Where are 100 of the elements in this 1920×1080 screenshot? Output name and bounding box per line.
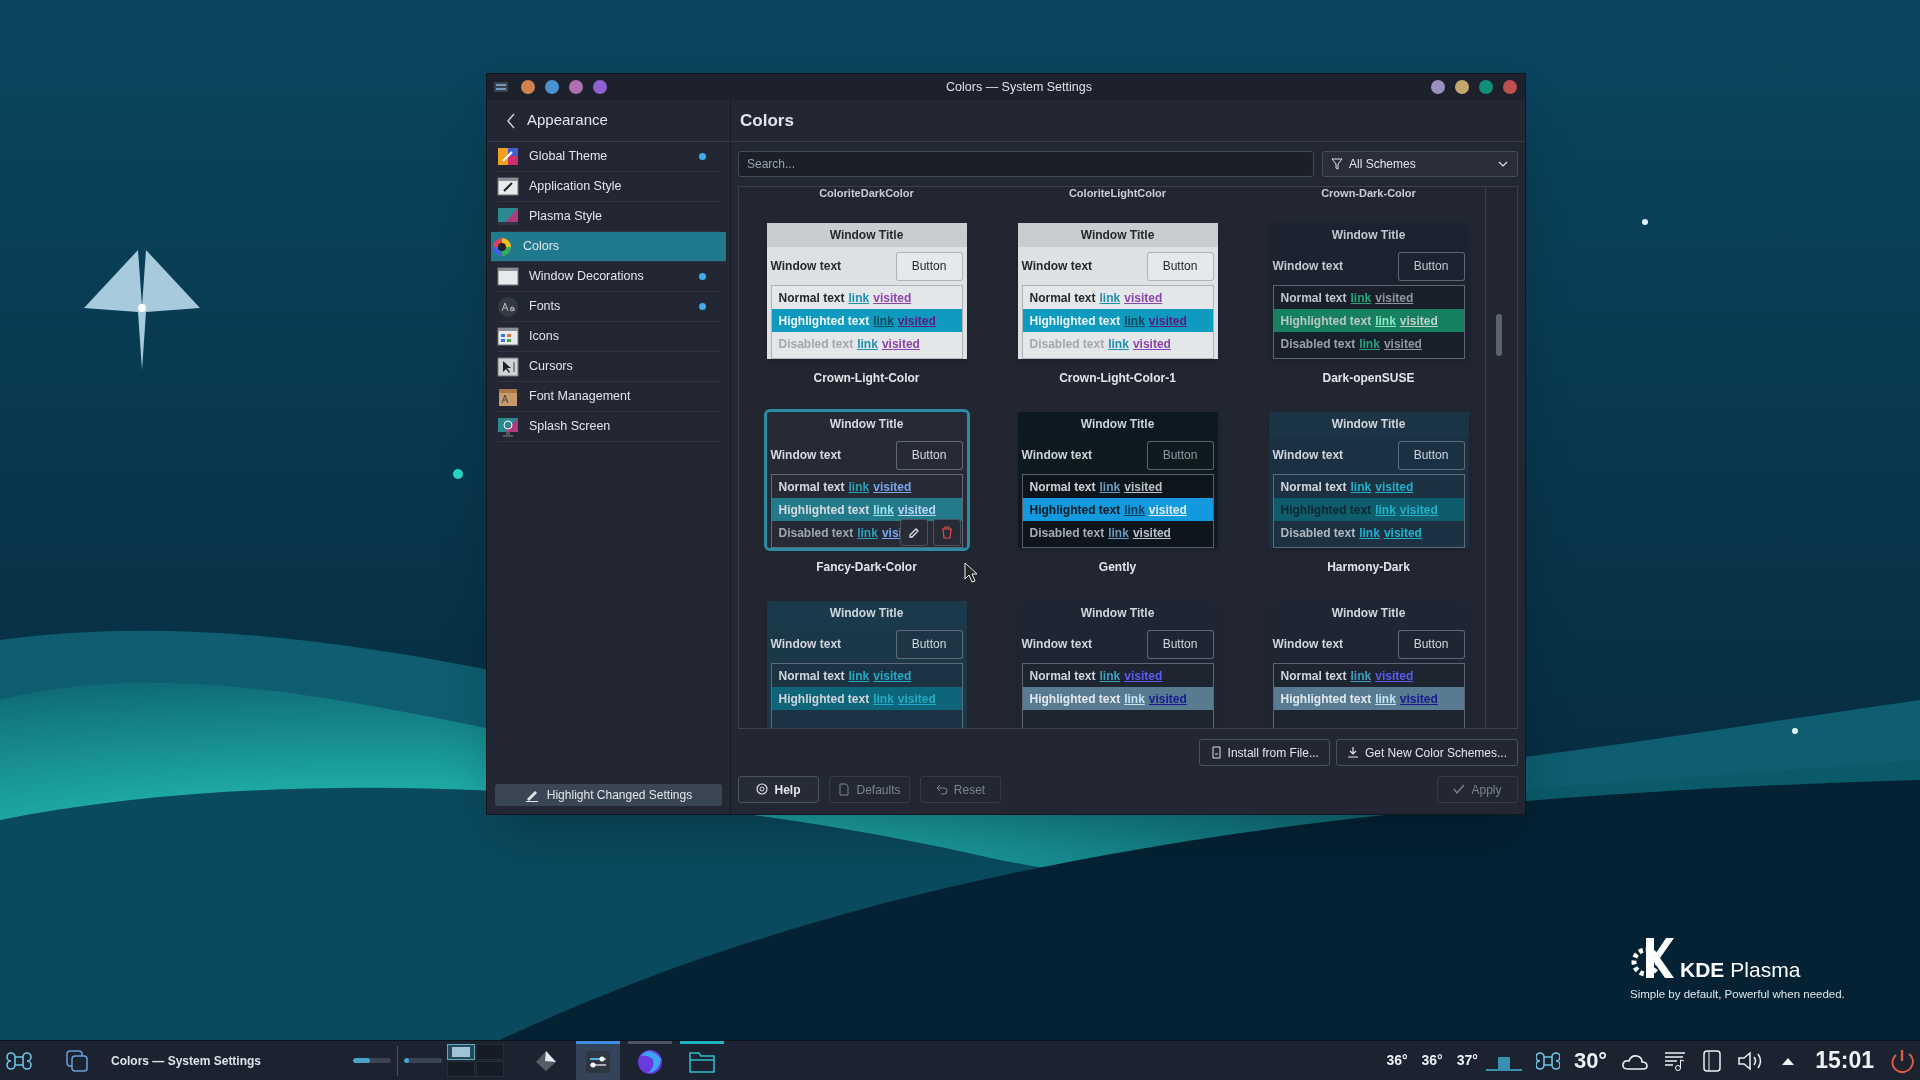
check-icon: [1453, 783, 1466, 796]
window-switcher-icon[interactable]: [64, 1047, 90, 1074]
scheme-preview[interactable]: Window Title Window text Button Normal text link visited Highlighted text link visited: [766, 601, 967, 728]
download-icon: [1346, 746, 1359, 759]
visited-link-sample: visited: [897, 690, 936, 708]
item-label: Global Theme: [529, 148, 608, 166]
sidebar-item[interactable]: Cursors: [497, 352, 720, 382]
help-button[interactable]: Help: [738, 776, 819, 803]
clock: 15:01: [1815, 1046, 1874, 1076]
link-sample: link: [1108, 335, 1129, 353]
preview-text: Highlighted text: [1029, 501, 1121, 519]
item-label: Cursors: [529, 358, 573, 376]
scheme-preview[interactable]: Window Title Window text Button Normal text link visited Highlighted text link visited Disabled text link visited: [766, 223, 967, 359]
sidebar-item[interactable]: Application Style: [497, 172, 720, 202]
preview-text: Normal text: [778, 667, 845, 685]
preview-title-bar: Window Title: [1017, 412, 1218, 436]
preview-text: Normal text: [1029, 289, 1096, 307]
trash-icon: [940, 526, 953, 539]
preview-text: Highlighted text: [778, 690, 870, 708]
preview-button: Button: [895, 251, 963, 281]
desktop-pager-cell[interactable]: [476, 1044, 505, 1060]
link-sample: link: [857, 524, 878, 542]
category-icon: [497, 145, 519, 168]
preview-button: Button: [1146, 440, 1214, 470]
preview-text: Disabled text: [1280, 335, 1356, 353]
preview-text: Normal text: [1280, 289, 1347, 307]
search-field[interactable]: Search...: [738, 151, 1314, 177]
link-sample: link: [1124, 501, 1145, 519]
scheme-filter-dropdown[interactable]: All Schemes: [1322, 151, 1518, 177]
sidebar-item[interactable]: Window Decorations: [497, 262, 720, 292]
visited-link-sample: visited: [1383, 524, 1422, 542]
category-icon: [497, 355, 519, 378]
task-button[interactable]: [576, 1041, 621, 1080]
sidebar-item[interactable]: Global Theme: [497, 142, 720, 172]
window-button[interactable]: [593, 80, 607, 94]
link-sample: link: [873, 501, 894, 519]
sidebar-item[interactable]: Colors: [491, 232, 726, 262]
scheme-preview[interactable]: Window Title Window text Button Normal text link visited Highlighted text link visited: [1017, 601, 1218, 728]
preview-button: Button: [1397, 629, 1465, 659]
category-icon: [491, 235, 513, 258]
preview-window-text: Window text: [1272, 636, 1344, 653]
get-new-button[interactable]: Get New Color Schemes...: [1335, 739, 1518, 766]
link-sample: link: [873, 690, 894, 708]
window-button[interactable]: [569, 80, 583, 94]
item-label: Fonts: [529, 298, 561, 316]
link-sample: link: [1350, 667, 1372, 685]
item-label: Colors: [523, 238, 560, 256]
category-icon: [497, 175, 519, 198]
window-button[interactable]: [1503, 80, 1517, 94]
phone-icon[interactable]: [1701, 1048, 1724, 1073]
scrollbar-thumb[interactable]: [1496, 314, 1502, 356]
highlight-changed-button[interactable]: Highlight Changed Settings: [495, 784, 722, 806]
window-button[interactable]: [1455, 80, 1469, 94]
window-button[interactable]: [521, 80, 535, 94]
temperature-reading: 36°: [1386, 1051, 1408, 1070]
scheme-name: Crown-Light-Color: [813, 370, 920, 387]
sidebar-item[interactable]: Splash Screen: [497, 412, 720, 442]
window-button[interactable]: [1431, 80, 1445, 94]
mouse-cursor-icon: [964, 562, 978, 584]
scheme-name: ColoriteDarkColor: [818, 187, 915, 200]
preview-button: Button: [1146, 629, 1214, 659]
preview-text: Highlighted text: [1280, 312, 1372, 330]
install-button[interactable]: Install from File...: [1198, 739, 1330, 766]
desktop-pager-cell[interactable]: [447, 1044, 476, 1060]
visited-link-sample: visited: [1148, 312, 1187, 330]
link-sample: link: [1099, 478, 1121, 496]
scheme-preview[interactable]: Window Title Window text Button Normal text link visited Highlighted text link visited: [1268, 601, 1469, 728]
scheme-preview[interactable]: Window Title Window text Button Normal text link visited Highlighted text link visited Disabled text link visited: [1017, 412, 1218, 548]
link-sample: link: [1099, 667, 1121, 685]
preview-title-bar: Window Title: [766, 601, 967, 625]
preview-text: Normal text: [778, 478, 845, 496]
sidebar-item[interactable]: Font Management: [497, 382, 720, 412]
window-title: Colors — System Settings: [945, 78, 1093, 96]
preview-text: Normal text: [1280, 478, 1347, 496]
scheme-name: Dark-openSUSE: [1322, 370, 1415, 387]
visited-link-sample: visited: [873, 667, 912, 685]
desktop-pager-cell[interactable]: [447, 1061, 476, 1077]
link-sample: link: [1359, 524, 1380, 542]
edit-button[interactable]: [899, 519, 928, 546]
visited-link-sample: visited: [1148, 690, 1187, 708]
visited-link-sample: visited: [1375, 478, 1414, 496]
window-button[interactable]: [545, 80, 559, 94]
back-icon[interactable]: [505, 111, 517, 130]
menu-icon[interactable]: [493, 80, 509, 94]
scheme-preview[interactable]: Window Title Window text Button Normal text link visited Highlighted text link visited Disabled text link visited: [1268, 412, 1469, 548]
brand-name: KDE: [1680, 959, 1725, 980]
desktop-pager-cell[interactable]: [476, 1061, 505, 1077]
media-player-icon[interactable]: [1663, 1049, 1688, 1072]
link-sample: link: [1350, 289, 1372, 307]
window-button[interactable]: [1479, 80, 1493, 94]
sidebar-item[interactable]: Fonts: [497, 292, 720, 322]
preview-title-bar: Window Title: [1268, 601, 1469, 625]
preview-title-bar: Window Title: [1017, 601, 1218, 625]
preview-text: Normal text: [1280, 667, 1347, 685]
visited-link-sample: visited: [881, 335, 920, 353]
scheme-preview[interactable]: Window Title Window text Button Normal text link visited Highlighted text link visited Disabled text link visited: [1268, 223, 1469, 359]
scheme-preview[interactable]: Window Title Window text Button Normal text link visited Highlighted text link visited Disabled text link visited: [1017, 223, 1218, 359]
visited-link-sample: visited: [1399, 312, 1438, 330]
sidebar-item[interactable]: Icons: [497, 322, 720, 352]
preview-title-bar: Window Title: [1268, 412, 1469, 436]
